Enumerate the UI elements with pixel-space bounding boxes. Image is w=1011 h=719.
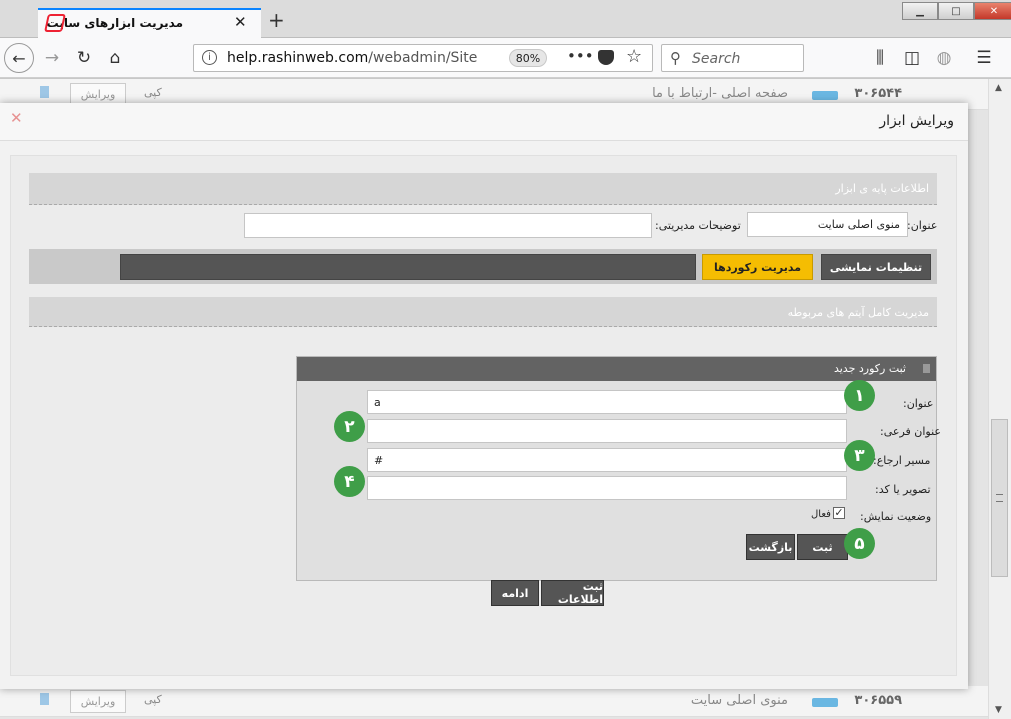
section-title: مدیریت کامل آیتم های مربوطه [787,306,929,319]
hamburger-menu-icon[interactable]: ☰ [972,46,996,70]
modal-header: ویرایش ابزار ✕ [0,103,968,141]
browser-navbar: ← → ↻ ⌂ i help.rashinweb.com/webadmin/Si… [0,38,1011,78]
step-badge: ۵ [844,528,875,559]
url-bar[interactable]: i help.rashinweb.com/webadmin/Site_gadg … [193,44,653,72]
active-checkbox[interactable]: ✓ [833,507,845,519]
record-link-label: مسیر ارجاع: [873,454,931,467]
forward-arrow-icon[interactable]: → [40,46,64,70]
search-icon: ⚲ [670,49,681,67]
page-scrollbar[interactable]: ▲ ▼ [988,79,1011,719]
back-button[interactable]: بازگشت [746,534,795,560]
modal-body: اطلاعات پایه ی ابزار عنوان: منوی اصلی سا… [10,155,957,676]
save-record-button[interactable]: ثبت [797,534,848,560]
language-flag-icon [812,91,838,100]
tab-close-icon[interactable]: ✕ [234,13,247,31]
row-number: ۳۰۶۵۵۹ [854,693,902,708]
row-title: منوی اصلی سایت [690,693,788,708]
step-badge: ۳ [844,440,875,471]
title-label: عنوان: [907,219,938,232]
panel-handle-icon [923,364,930,373]
library-icon[interactable]: ⫼ [868,46,892,70]
active-label: فعال [811,509,831,520]
step-badge: ۲ [334,411,365,442]
admin-notes-input[interactable] [244,213,652,238]
record-image-input[interactable] [367,476,847,500]
display-status-label: وضعیت نمایش: [860,510,932,523]
pocket-icon[interactable] [598,50,614,65]
window-controls: ▁ □ ✕ [902,2,1011,20]
tab-display-settings[interactable]: تنظیمات نمایشی [821,254,931,280]
back-arrow-icon[interactable]: ← [4,43,34,73]
record-title-label: عنوان: [903,397,934,410]
modal-title: ویرایش ابزار [879,113,954,129]
sidebar-icon[interactable]: ◫ [900,46,924,70]
scroll-up-icon[interactable]: ▲ [995,83,1002,93]
row-title: صفحه اصلی -ارتباط با ما [652,86,788,101]
submit-info-button[interactable]: ثبت اطلاعات [541,580,604,606]
tab-placeholder [120,254,696,280]
bookmark-star-icon[interactable]: ☆ [626,46,642,67]
new-record-panel: ثبت رکورد جدید عنوان: a عنوان فرعی: مسیر… [296,356,941,581]
scrollbar-thumb[interactable] [991,419,1008,577]
url-text[interactable]: help.rashinweb.com/webadmin/Site_gadg [227,50,477,66]
tab-title: مدیریت ابزارهای سایت [46,16,183,30]
new-tab-button[interactable]: + [268,8,285,32]
record-link-input[interactable]: # [367,448,847,472]
close-icon[interactable]: ✕ [10,109,23,127]
admin-notes-label: توضیحات مدیریتی: [655,219,741,232]
copy-link[interactable]: کپی [144,86,162,99]
browser-tab[interactable]: مدیریت ابزارهای سایت ✕ [38,8,261,39]
zoom-level-badge[interactable]: 80% [509,49,547,67]
window-close-icon[interactable]: ✕ [974,2,1011,20]
reload-icon[interactable]: ↻ [72,46,96,70]
record-image-label: تصویر یا کد: [875,483,931,496]
table-row: ۳۰۶۵۵۹ منوی اصلی سایت کپی ویرایش [0,686,988,717]
globe-icon[interactable]: ◍ [932,46,956,70]
record-subtitle-input[interactable] [367,419,847,443]
grip-icon [996,494,1003,502]
continue-button[interactable]: ادامه [491,580,539,606]
settings-tabbar: تنظیمات نمایشی مدیریت رکوردها [29,249,937,284]
minimize-icon[interactable]: ▁ [902,2,938,20]
page-actions-icon[interactable]: ••• [567,47,594,65]
scroll-down-icon[interactable]: ▼ [995,705,1002,715]
home-icon[interactable]: ⌂ [103,46,127,70]
base-info-section: اطلاعات پایه ی ابزار [29,173,937,205]
browser-titlebar: مدیریت ابزارهای سایت ✕ + ▁ □ ✕ [0,0,1011,39]
panel-header: ثبت رکورد جدید [297,357,936,381]
row-number: ۳۰۶۵۴۴ [854,86,902,101]
search-placeholder: Search [692,51,741,67]
panel-title: ثبت رکورد جدید [833,362,906,375]
step-badge: ۴ [334,466,365,497]
site-favicon-icon [44,14,66,32]
trash-icon[interactable] [40,693,49,705]
edit-button[interactable]: ویرایش [70,690,126,713]
related-items-section: مدیریت کامل آیتم های مربوطه [29,297,937,327]
language-flag-icon [812,698,838,707]
tab-records-management[interactable]: مدیریت رکوردها [702,254,813,280]
trash-icon[interactable] [40,86,49,98]
record-title-input[interactable]: a [367,390,847,414]
edit-gadget-modal: ویرایش ابزار ✕ اطلاعات پایه ی ابزار عنوا… [0,103,968,689]
search-input[interactable]: ⚲ Search [661,44,804,72]
record-subtitle-label: عنوان فرعی: [880,425,941,438]
gadget-title-input[interactable]: منوی اصلی سایت [747,212,908,237]
step-badge: ۱ [844,380,875,411]
section-title: اطلاعات پایه ی ابزار [835,182,929,195]
copy-link[interactable]: کپی [144,693,162,706]
info-icon[interactable]: i [202,50,217,65]
maximize-icon[interactable]: □ [938,2,974,20]
